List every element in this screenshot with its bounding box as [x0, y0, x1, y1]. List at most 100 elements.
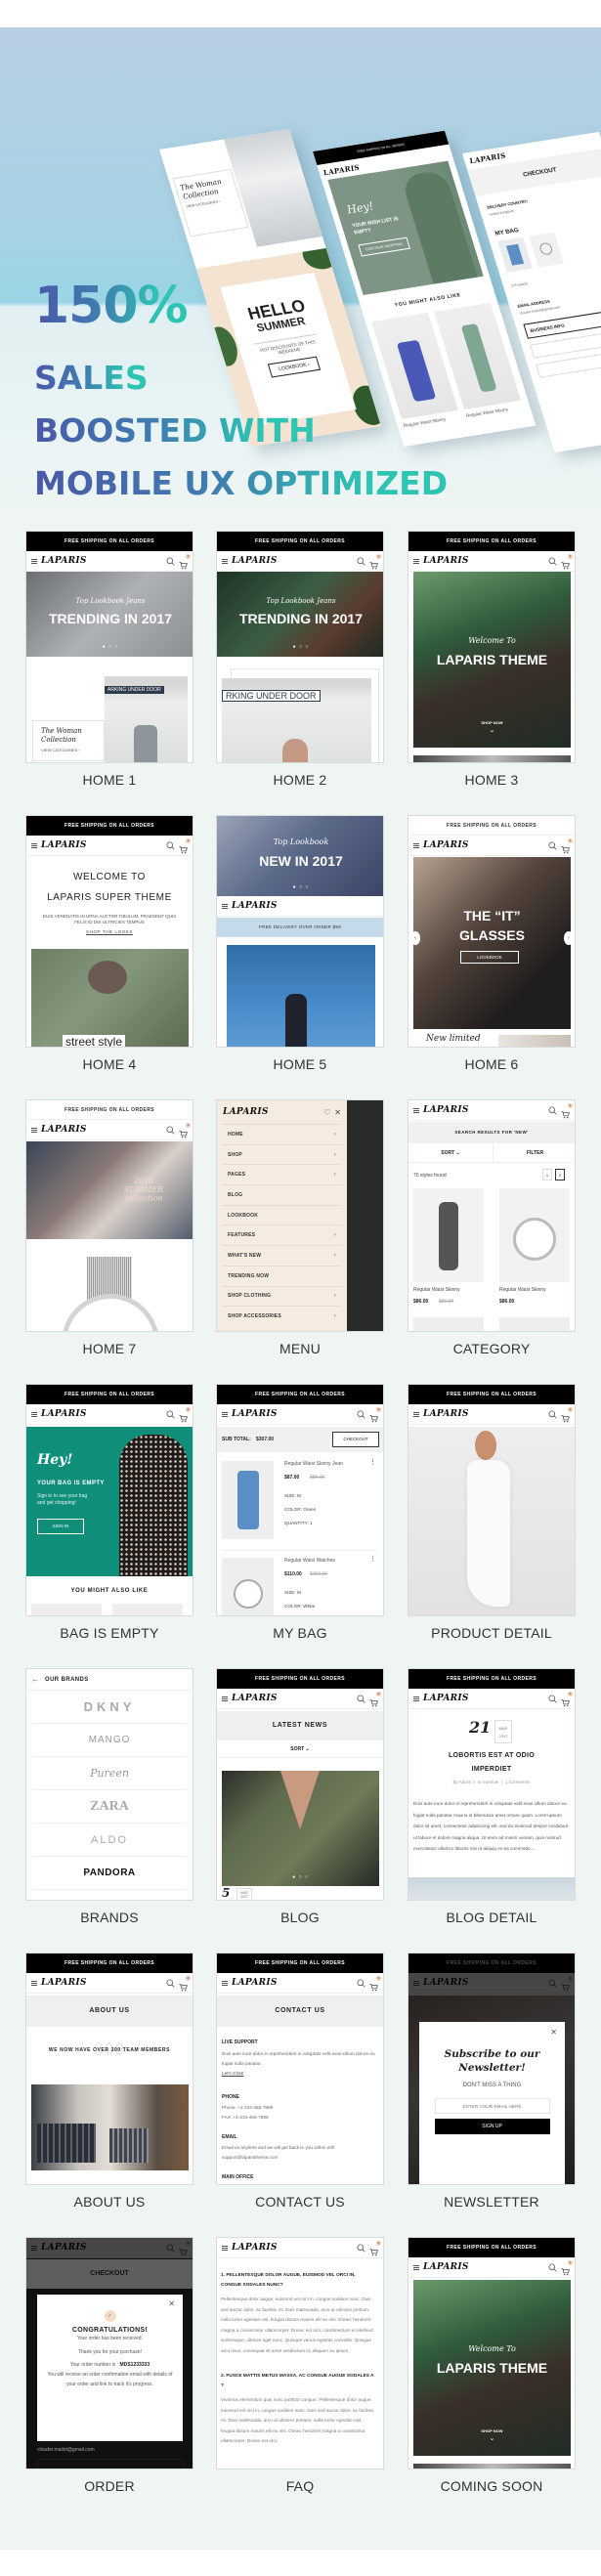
screen-about-us[interactable]: FREE SHIPPING ON ALL ORDERS LAPARIS 0 AB…	[25, 1953, 193, 2210]
bag-item-image[interactable]	[222, 1558, 274, 1615]
menu-item[interactable]: HOME ›	[222, 1124, 342, 1144]
search-icon[interactable]	[357, 556, 365, 566]
cart-button[interactable]: 1	[369, 553, 381, 569]
menu-item[interactable]: WHAT'S NEW ›	[222, 1245, 342, 1266]
search-icon[interactable]	[166, 556, 175, 566]
search-icon[interactable]	[357, 2243, 365, 2253]
cart-button[interactable]: 2	[369, 2240, 381, 2255]
more-options-icon[interactable]: ⋮	[369, 1459, 376, 1466]
laparis-logo[interactable]: LAPARIS	[232, 1978, 278, 1988]
screen-order[interactable]: LAPARIS 2 CHECKOUT clouder.mailot@gmail.…	[25, 2237, 193, 2494]
back-arrow-icon[interactable]: ←	[31, 1675, 39, 1684]
slider-dots[interactable]: ● ○ ○	[26, 644, 193, 650]
hamburger-menu-icon[interactable]	[413, 842, 419, 848]
cart-button[interactable]: 1	[561, 837, 573, 853]
cart-button[interactable]: 1	[561, 1102, 573, 1118]
search-icon[interactable]	[548, 1694, 557, 1703]
search-icon[interactable]	[357, 1409, 365, 1419]
next-slide-arrow-icon[interactable]: ›	[564, 931, 571, 945]
hamburger-menu-icon[interactable]	[413, 2264, 419, 2270]
laparis-logo[interactable]: LAPARIS	[423, 1409, 469, 1419]
more-options-icon[interactable]: ⋮	[369, 1556, 376, 1563]
laparis-logo[interactable]: LAPARIS	[423, 1105, 469, 1115]
screen-coming-soon[interactable]: FREE SHIPPING ON ALL ORDERS LAPARIS 1 We…	[408, 2237, 576, 2494]
slider-dots[interactable]: ● ○ ○	[222, 1874, 379, 1880]
shop-the-looks-link[interactable]: SHOP THE LOOKS	[26, 929, 193, 934]
hamburger-menu-icon[interactable]	[222, 1696, 228, 1701]
bag-item-name[interactable]: Regular Waist Skinny Jean	[284, 1461, 343, 1467]
collection-card[interactable]: The Woman Collection VIEW CATEGORIES ›	[32, 720, 105, 761]
blog-post-photo[interactable]: ● ○ ○	[222, 1771, 379, 1886]
filter-button[interactable]: FILTER	[493, 1143, 575, 1163]
search-icon[interactable]	[548, 2262, 557, 2272]
newsletter-email-input[interactable]	[434, 2098, 550, 2114]
cart-button[interactable]: 1	[561, 553, 573, 569]
product-image[interactable]	[112, 1604, 183, 1615]
hamburger-menu-icon[interactable]	[31, 1411, 37, 1417]
phone-number[interactable]: Phone: +1-234-456-7899	[222, 2103, 378, 2113]
menu-item[interactable]: PAGES ›	[222, 1164, 342, 1184]
faq-question[interactable]: 2. FUSCE MATTIS METUS MASSA, AC CONGUE A…	[221, 2372, 375, 2391]
screen-category[interactable]: LAPARIS 1 SEARCH RESULTS FOR 'NEW' SORT …	[408, 1099, 576, 1356]
menu-item[interactable]: TRENDING NOW	[222, 1265, 342, 1286]
chevron-down-icon[interactable]: ⌄	[413, 726, 571, 734]
screen-faq[interactable]: LAPARIS 2 1. PELLENTESQUE DOLOR AUGUE, E…	[216, 2237, 384, 2494]
laparis-logo[interactable]: LAPARIS	[232, 2243, 278, 2253]
menu-item[interactable]: LOOKBOOK	[222, 1204, 342, 1225]
slider-dots[interactable]: ● ○ ○	[217, 884, 383, 890]
brand-item[interactable]: Pureen	[32, 1757, 187, 1790]
product-name[interactable]: Regular Waist Skinny	[499, 1287, 546, 1294]
close-icon[interactable]: ✕	[550, 2028, 557, 2037]
search-icon[interactable]	[548, 1409, 557, 1419]
screen-blog-detail[interactable]: FREE SHIPPING ON ALL ORDERS LAPARIS 0 21…	[408, 1668, 576, 1925]
page-2-button[interactable]: 2	[555, 1169, 565, 1181]
sign-in-button[interactable]: SIGN IN	[37, 1519, 84, 1534]
laparis-logo[interactable]: LAPARIS	[41, 1409, 87, 1419]
cart-button[interactable]: 1	[179, 553, 191, 569]
screen-blog[interactable]: FREE SHIPPING ON ALL ORDERS LAPARIS 0 LA…	[216, 1668, 384, 1925]
product-name[interactable]: Regular Waist Skinny	[413, 1287, 460, 1294]
hamburger-menu-icon[interactable]	[222, 1411, 228, 1417]
screen-my-bag[interactable]: FREE SHIPPING ON ALL ORDERS LAPARIS 2 SU…	[216, 1384, 384, 1641]
sort-dropdown[interactable]: SORT ⌄	[217, 1740, 383, 1758]
menu-item[interactable]: SHOP CLOTHING ›	[222, 1285, 342, 1307]
laparis-logo[interactable]: LAPARIS	[41, 840, 87, 850]
search-icon[interactable]	[357, 1978, 365, 1988]
sort-dropdown[interactable]: SORT ⌄	[408, 1143, 493, 1163]
hamburger-menu-icon[interactable]	[222, 2245, 228, 2251]
screen-newsletter[interactable]: FREE SHIPPING ON ALL ORDERS LAPARIS 1 ✕ …	[408, 1953, 576, 2210]
hamburger-menu-icon[interactable]	[31, 842, 37, 848]
sign-up-button[interactable]: SIGN UP	[434, 2119, 550, 2134]
cart-button[interactable]: 2	[369, 1406, 381, 1422]
screen-home-1[interactable]: FREE SHIPPING ON ALL ORDERS LAPARIS 1 To…	[25, 531, 193, 788]
shop-now-link[interactable]: SHOP NOW	[413, 720, 571, 725]
close-icon[interactable]: ✕	[334, 1108, 341, 1117]
heart-icon[interactable]: ♡	[323, 1108, 330, 1117]
product-image[interactable]	[31, 1604, 102, 1615]
lookbook-button[interactable]: LOOKBOOK	[460, 951, 519, 964]
laparis-logo[interactable]: LAPARIS	[423, 1694, 469, 1703]
screen-home-4[interactable]: FREE SHIPPING ON ALL ORDERS LAPARIS 1 WE…	[25, 815, 193, 1072]
post-author[interactable]: By Admin	[453, 1780, 472, 1784]
screen-contact-us[interactable]: FREE SHIPPING ON ALL ORDERS LAPARIS 0 CO…	[216, 1953, 384, 2210]
bag-item-name[interactable]: Regular Waist Watches	[284, 1558, 335, 1564]
hamburger-menu-icon[interactable]	[413, 558, 419, 564]
cart-button[interactable]: 0	[561, 1406, 573, 1422]
cart-button[interactable]: 0	[369, 1691, 381, 1706]
slider-dots[interactable]: ● ○ ○	[217, 644, 383, 650]
brand-item[interactable]: ALDO	[32, 1824, 187, 1857]
laparis-logo[interactable]: LAPARIS	[232, 901, 278, 911]
search-icon[interactable]	[548, 556, 557, 566]
post-comments[interactable]: 1 Comments	[505, 1780, 531, 1784]
laparis-logo[interactable]: LAPARIS	[232, 1409, 278, 1419]
hamburger-menu-icon[interactable]	[413, 1696, 419, 1701]
search-icon[interactable]	[166, 840, 175, 850]
product-image-watch[interactable]	[499, 1188, 570, 1282]
cart-button[interactable]: 0	[179, 1975, 191, 1991]
cart-button[interactable]: 1	[179, 837, 191, 853]
hamburger-menu-icon[interactable]	[222, 903, 228, 909]
search-icon[interactable]	[166, 1125, 175, 1135]
cart-button[interactable]: 1	[179, 1122, 191, 1138]
brand-item[interactable]: PANDORA	[32, 1857, 187, 1890]
bag-item-quantity[interactable]: QUANTITY: 1	[284, 1521, 313, 1525]
